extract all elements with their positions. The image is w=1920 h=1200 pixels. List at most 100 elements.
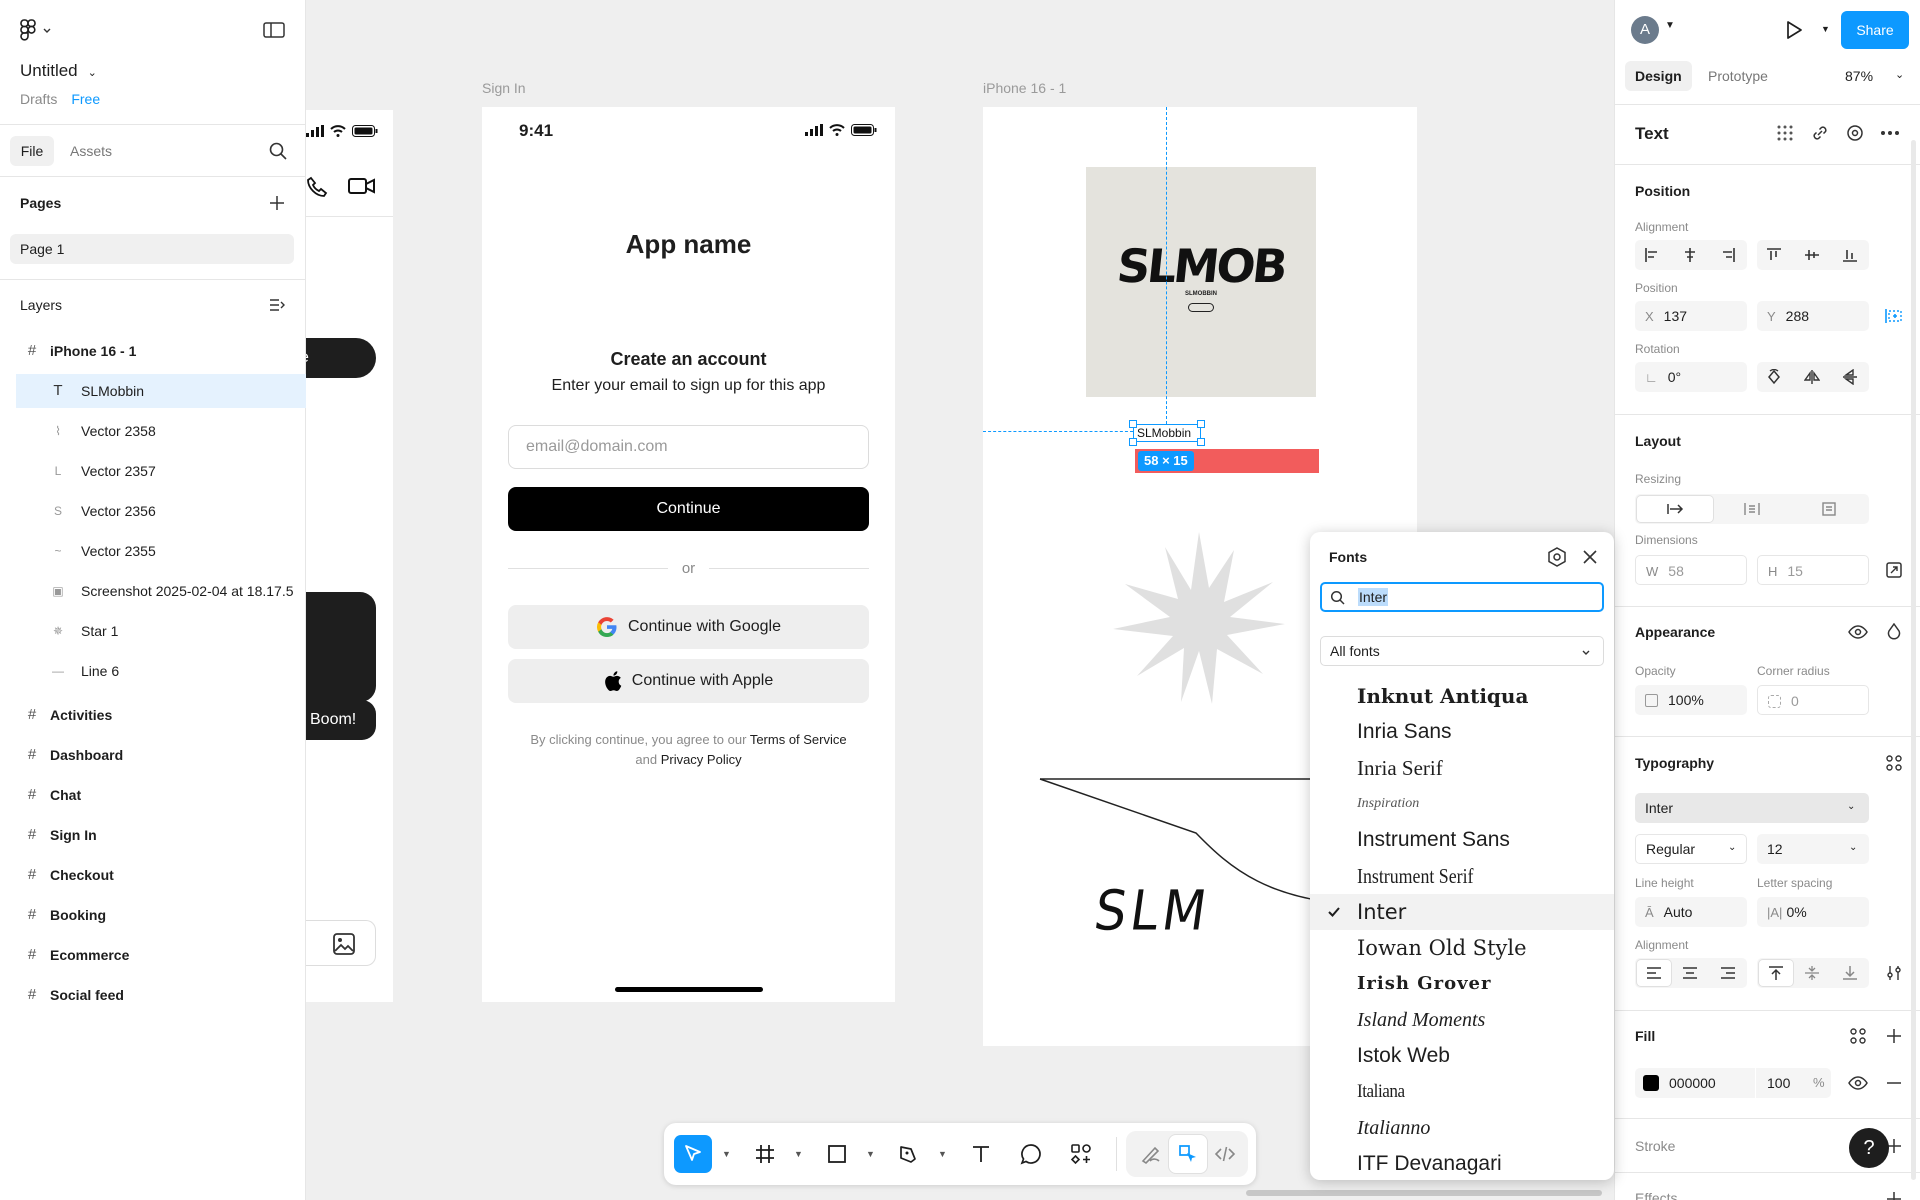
font-option[interactable]: Istok Web [1310, 1038, 1614, 1074]
flip-vertical-icon[interactable] [1835, 362, 1865, 392]
layer-frame[interactable]: # Chat [16, 778, 306, 812]
font-option[interactable]: Inknut Antiqua [1310, 678, 1614, 714]
panel-scrollbar[interactable] [1911, 140, 1916, 1180]
text-styles-icon[interactable] [1879, 748, 1909, 778]
layer-item[interactable]: ~ Vector 2355 [16, 534, 306, 568]
more-icon[interactable] [1879, 123, 1901, 143]
star-shape[interactable] [1113, 532, 1285, 704]
present-button[interactable] [1783, 19, 1805, 41]
terms-link[interactable]: Terms of Service [750, 732, 847, 747]
font-option[interactable]: ITF Devanagari [1310, 1146, 1614, 1180]
move-tool-button[interactable] [674, 1135, 712, 1173]
text-tool-button[interactable] [962, 1135, 1000, 1173]
layer-item[interactable]: S Vector 2356 [16, 494, 306, 528]
chevron-down-icon[interactable]: ▼ [722, 1149, 731, 1159]
letter-spacing-field[interactable]: |A| 0% [1757, 897, 1869, 927]
email-field[interactable]: email@domain.com [508, 425, 869, 469]
grid-icon[interactable] [1775, 123, 1795, 143]
horizontal-scrollbar[interactable] [1246, 1190, 1602, 1196]
help-button[interactable]: ? [1849, 1128, 1889, 1168]
video-icon[interactable] [348, 176, 376, 196]
width-field[interactable]: W 58 [1635, 555, 1747, 585]
font-search-input[interactable]: Inter [1320, 582, 1604, 612]
layer-item[interactable]: L Vector 2357 [16, 454, 306, 488]
y-field[interactable]: Y 288 [1757, 301, 1869, 331]
font-size-select[interactable]: 12 ⌄ [1757, 834, 1869, 864]
fill-hex[interactable]: 000000 [1669, 1075, 1716, 1091]
align-left-icon[interactable] [1637, 240, 1667, 270]
eye-icon[interactable] [1843, 617, 1873, 647]
plan-badge[interactable]: Free [71, 91, 100, 107]
shape-tool-button[interactable] [818, 1135, 856, 1173]
fill-opacity[interactable]: 100 [1767, 1075, 1790, 1091]
rotation-field[interactable]: ∟ 0° [1635, 362, 1747, 392]
signin-frame[interactable]: 9:41 App name Create an account Enter yo… [482, 107, 895, 1002]
font-family-select[interactable]: Inter ⌄ [1635, 793, 1869, 823]
font-option[interactable]: Inria Serif [1310, 750, 1614, 786]
opacity-field[interactable]: 100% [1635, 685, 1747, 715]
text-align-right-icon[interactable] [1713, 958, 1743, 988]
frame-label[interactable]: iPhone 16 - 1 [983, 80, 1066, 96]
font-option[interactable]: Iowan Old Style [1310, 930, 1614, 966]
font-filter-select[interactable]: All fonts [1320, 636, 1604, 666]
add-fill-icon[interactable] [1879, 1021, 1909, 1051]
main-menu-button[interactable] [20, 18, 60, 42]
align-text-middle-icon[interactable] [1797, 958, 1827, 988]
layer-frame[interactable]: # Sign In [16, 818, 306, 852]
layer-item[interactable]: T SLMobbin [16, 374, 306, 408]
resize-handle[interactable] [1197, 420, 1205, 428]
align-center-h-icon[interactable] [1675, 240, 1705, 270]
design-mode-button[interactable] [1169, 1135, 1207, 1173]
resize-to-fit-icon[interactable] [1879, 555, 1909, 585]
layers-list-icon[interactable] [268, 296, 286, 314]
tab-design[interactable]: Design [1625, 61, 1692, 91]
privacy-link[interactable]: Privacy Policy [661, 752, 742, 767]
chevron-down-icon[interactable]: ▼ [1821, 24, 1830, 34]
zoom-level[interactable]: 87% [1845, 68, 1873, 84]
apple-button[interactable]: Continue with Apple [508, 659, 869, 703]
image-icon[interactable] [332, 932, 356, 956]
align-text-bottom-icon[interactable] [1835, 958, 1865, 988]
layer-frame[interactable]: # Ecommerce [16, 938, 306, 972]
add-page-icon[interactable] [268, 194, 286, 212]
layer-item[interactable]: ✵ Star 1 [16, 614, 306, 648]
layer-frame[interactable]: # Dashboard [16, 738, 306, 772]
align-right-icon[interactable] [1713, 240, 1743, 270]
layer-frame[interactable]: # Checkout [16, 858, 306, 892]
font-weight-select[interactable]: Regular ⌄ [1635, 834, 1747, 864]
align-middle-icon[interactable] [1797, 240, 1827, 270]
google-button[interactable]: Continue with Google [508, 605, 869, 649]
layer-item[interactable]: — Line 6 [16, 654, 306, 688]
pen-tool-button[interactable] [890, 1135, 928, 1173]
line-height-field[interactable]: Ā Auto [1635, 897, 1747, 927]
font-option[interactable]: Irish Grover [1310, 966, 1614, 1002]
fill-row[interactable]: 000000 100 % [1635, 1068, 1831, 1098]
tab-assets[interactable]: Assets [70, 143, 112, 159]
file-location-text[interactable]: Drafts [20, 91, 57, 107]
tab-file[interactable]: File [10, 136, 54, 166]
page-item[interactable]: Page 1 [10, 234, 294, 264]
blend-mode-icon[interactable] [1879, 617, 1909, 647]
font-option[interactable]: Italianno [1310, 1110, 1614, 1146]
font-settings-icon[interactable] [1546, 546, 1568, 568]
avatar[interactable]: A [1631, 16, 1659, 44]
toggle-sidebar-icon[interactable] [262, 20, 286, 40]
share-button[interactable]: Share [1841, 11, 1909, 49]
search-icon[interactable] [268, 141, 288, 161]
fixed-width-button[interactable] [1637, 496, 1713, 522]
chevron-down-icon[interactable]: ▼ [794, 1149, 803, 1159]
constraints-icon[interactable] [1879, 301, 1909, 331]
handwritten-text[interactable]: SLM [1091, 879, 1215, 943]
layer-item[interactable]: ⌇ Vector 2358 [16, 414, 306, 448]
resize-handle[interactable] [1129, 420, 1137, 428]
layer-frame[interactable]: # Social feed [16, 978, 306, 1012]
rotate-icon[interactable] [1759, 362, 1789, 392]
logo-image[interactable]: SLMOB SLMOBBIN [1086, 167, 1316, 397]
align-top-icon[interactable] [1759, 240, 1789, 270]
corner-radius-field[interactable]: 0 [1757, 685, 1869, 715]
align-text-top-button[interactable] [1759, 960, 1793, 986]
auto-height-icon[interactable] [1717, 494, 1787, 524]
tab-prototype[interactable]: Prototype [1708, 68, 1768, 84]
draw-mode-button[interactable] [1132, 1135, 1170, 1173]
close-icon[interactable] [1580, 547, 1600, 567]
